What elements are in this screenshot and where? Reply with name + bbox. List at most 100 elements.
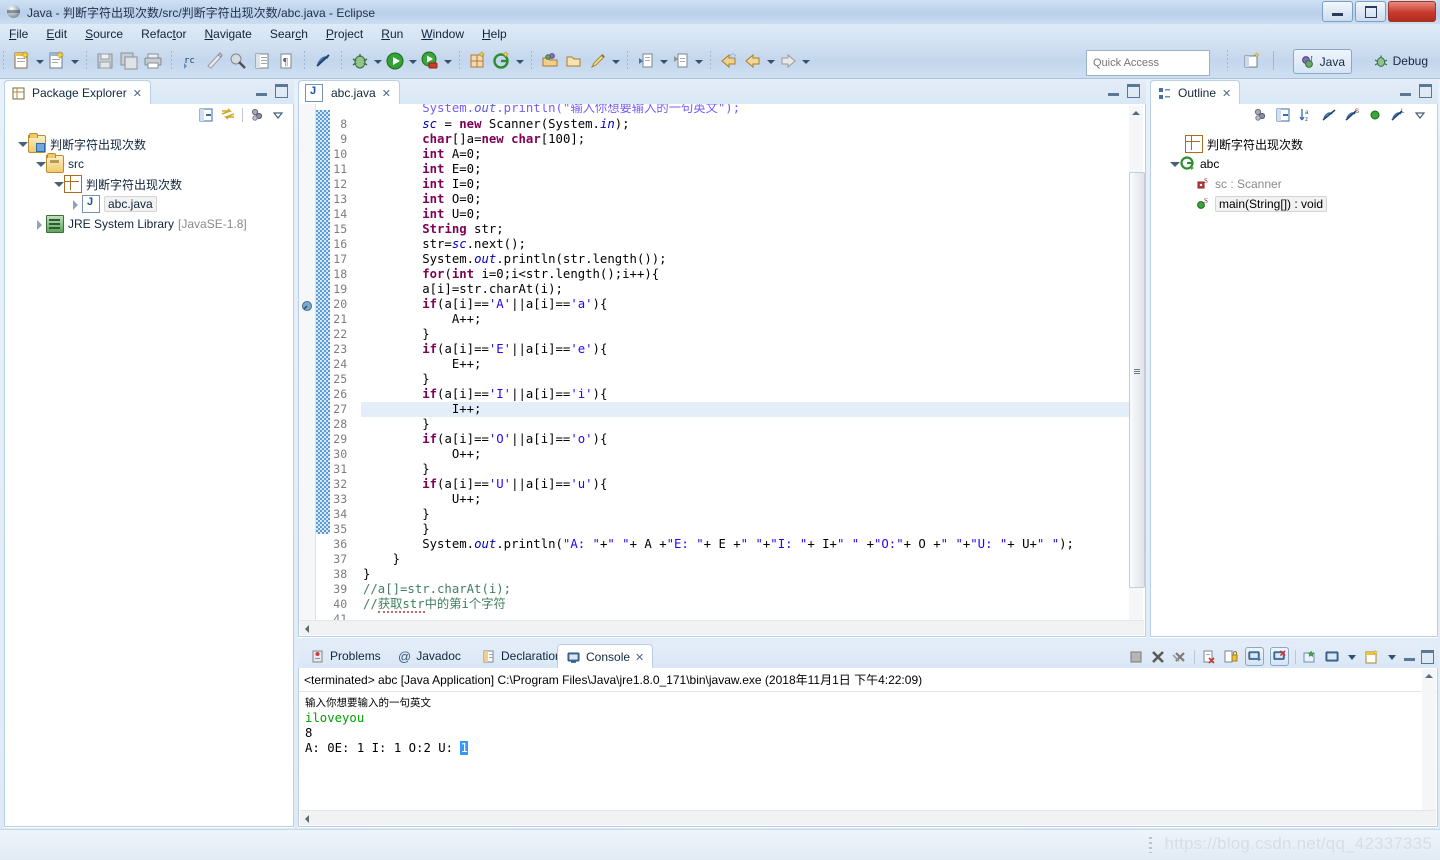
close-icon[interactable]: ✕ (1222, 87, 1231, 100)
outline-item-field-sc[interactable]: S sc : Scanner (1161, 174, 1437, 194)
scrollbar-thumb[interactable] (1129, 172, 1145, 588)
editor-tab-abc-java[interactable]: abc.java ✕ (298, 80, 400, 105)
code-line[interactable]: int O=0; (363, 192, 1113, 207)
minimize-icon[interactable] (1404, 658, 1415, 661)
code-line[interactable]: } (363, 522, 1113, 537)
code-line[interactable]: int E=0; (363, 162, 1113, 177)
print-icon[interactable] (142, 50, 164, 72)
new-java-project-icon[interactable] (467, 50, 489, 72)
previous-annotation-icon[interactable] (635, 50, 657, 72)
show-console-on-output-icon[interactable] (1245, 647, 1264, 666)
show-console-on-error-icon[interactable] (1270, 647, 1289, 666)
menu-run[interactable]: Run (372, 25, 412, 43)
perspective-java-button[interactable]: J Java (1292, 49, 1352, 74)
open-console-icon[interactable] (1364, 649, 1380, 665)
close-icon[interactable]: ✕ (133, 87, 142, 100)
console-body[interactable]: <terminated> abc [Java Application] C:\P… (298, 668, 1438, 827)
open-task-icon[interactable] (251, 50, 273, 72)
back-dropdown-icon[interactable] (765, 50, 776, 72)
next-annotation-icon[interactable] (670, 50, 692, 72)
close-icon[interactable]: ✕ (635, 651, 644, 664)
close-button[interactable] (1388, 1, 1436, 22)
run-coverage-icon[interactable] (419, 50, 441, 72)
pin-console-icon[interactable] (1302, 649, 1318, 665)
scroll-up-icon[interactable] (1129, 106, 1143, 120)
expand-twisty-icon[interactable] (1167, 158, 1180, 171)
code-line[interactable]: if(a[i]=='O'||a[i]=='o'){ (363, 432, 1113, 447)
menu-window[interactable]: Window (412, 25, 473, 43)
tab-declaration[interactable]: Declaration (473, 644, 570, 668)
forward-icon[interactable] (777, 50, 799, 72)
code-line[interactable]: char[]a=new char[100]; (363, 132, 1113, 147)
remove-all-terminated-icon[interactable] (1172, 649, 1188, 665)
code-line[interactable]: } (363, 372, 1113, 387)
debug-icon[interactable] (349, 50, 371, 72)
close-icon[interactable]: ✕ (382, 87, 391, 100)
menu-help[interactable]: Help (473, 25, 516, 43)
external-tools-icon[interactable] (227, 50, 249, 72)
outline-item-class-abc[interactable]: abc (1161, 154, 1437, 174)
new-java-class-icon[interactable] (46, 50, 68, 72)
console-horizontal-scrollbar[interactable] (300, 810, 1436, 825)
outline-item-method-main[interactable]: S main(String[]) : void (1161, 194, 1437, 214)
code-line[interactable]: } (363, 567, 1113, 582)
run-coverage-dropdown-icon[interactable] (442, 50, 453, 72)
focus-on-active-task-icon[interactable] (1252, 107, 1268, 123)
next-annotation-dropdown-icon[interactable] (693, 50, 704, 72)
menu-navigate[interactable]: Navigate (195, 25, 260, 43)
code-line[interactable]: } (363, 507, 1113, 522)
skip-breakpoints-icon[interactable] (312, 50, 334, 72)
view-dropdown-icon[interactable] (1413, 108, 1427, 122)
code-line[interactable]: a[i]=str.charAt(i); (363, 282, 1113, 297)
expand-twisty-icon[interactable] (33, 158, 46, 171)
forward-dropdown-icon[interactable] (800, 50, 811, 72)
menu-refactor[interactable]: Refactor (132, 25, 195, 43)
new-java-package-icon[interactable] (203, 50, 225, 72)
back-icon[interactable] (742, 50, 764, 72)
tree-item-abc-java[interactable]: abc.java (9, 194, 293, 214)
tree-item-src[interactable]: src (9, 153, 293, 174)
display-selected-console-icon[interactable] (1324, 649, 1340, 665)
remove-launch-icon[interactable] (1150, 649, 1166, 665)
editor-area[interactable]: 8 9 10 11 12 13 14 15 16 17 18 19 20 21 … (298, 104, 1146, 637)
new-annotation-icon[interactable] (491, 50, 513, 72)
code-line[interactable]: if(a[i]=='E'||a[i]=='e'){ (363, 342, 1113, 357)
debug-dropdown-icon[interactable] (372, 50, 383, 72)
run-icon[interactable] (384, 50, 406, 72)
hide-local-types-icon[interactable]: L (1390, 107, 1406, 123)
code-line[interactable]: } (363, 552, 1113, 567)
menu-search[interactable]: Search (261, 25, 317, 43)
editor-source-code[interactable]: System.out.println("输入你想要输入的一句英文"); sc =… (363, 104, 1113, 635)
collapse-all-icon[interactable] (198, 107, 214, 123)
code-line[interactable]: for(int i=0;i<str.length();i++){ (363, 267, 1113, 282)
maximize-icon[interactable] (275, 84, 288, 98)
editor-vertical-scrollbar[interactable] (1129, 106, 1145, 633)
clear-console-icon[interactable] (1201, 649, 1217, 665)
code-line[interactable]: if(a[i]=='A'||a[i]=='a'){ (363, 297, 1113, 312)
search-dropdown-icon[interactable] (610, 50, 621, 72)
editor-horizontal-scrollbar[interactable] (300, 620, 1144, 635)
collapse-twisty-icon[interactable] (69, 198, 82, 211)
editor-annotation-ruler[interactable] (299, 104, 316, 635)
quick-access-input[interactable] (1086, 50, 1210, 76)
open-perspective-icon[interactable] (1242, 51, 1262, 71)
restore-button[interactable] (1355, 1, 1386, 22)
open-console-dropdown-icon[interactable] (1386, 651, 1398, 663)
code-line[interactable]: } (363, 462, 1113, 477)
tree-item-jre-library[interactable]: JRE System Library [JavaSE-1.8] (9, 214, 293, 234)
new-java-class-dropdown-icon[interactable] (69, 50, 80, 72)
save-icon[interactable] (94, 50, 116, 72)
folding-marker-icon[interactable] (301, 300, 313, 312)
code-line[interactable]: if(a[i]=='U'||a[i]=='u'){ (363, 477, 1113, 492)
code-line[interactable]: //a[]=str.charAt(i); (363, 582, 1113, 597)
code-line[interactable]: if(a[i]=='I'||a[i]=='i'){ (363, 387, 1113, 402)
expand-twisty-icon[interactable] (51, 178, 64, 191)
sort-icon[interactable]: az (1298, 107, 1314, 123)
maximize-icon[interactable] (1419, 84, 1432, 98)
display-selected-dropdown-icon[interactable] (1346, 651, 1358, 663)
outline-item-package[interactable]: 判断字符出现次数 (1161, 134, 1437, 154)
tab-console[interactable]: Console ✕ (557, 644, 654, 669)
package-explorer-tab[interactable]: Package Explorer ✕ (4, 80, 151, 105)
view-dropdown-icon[interactable] (271, 108, 285, 122)
new-annotation-dropdown-icon[interactable] (514, 50, 525, 72)
